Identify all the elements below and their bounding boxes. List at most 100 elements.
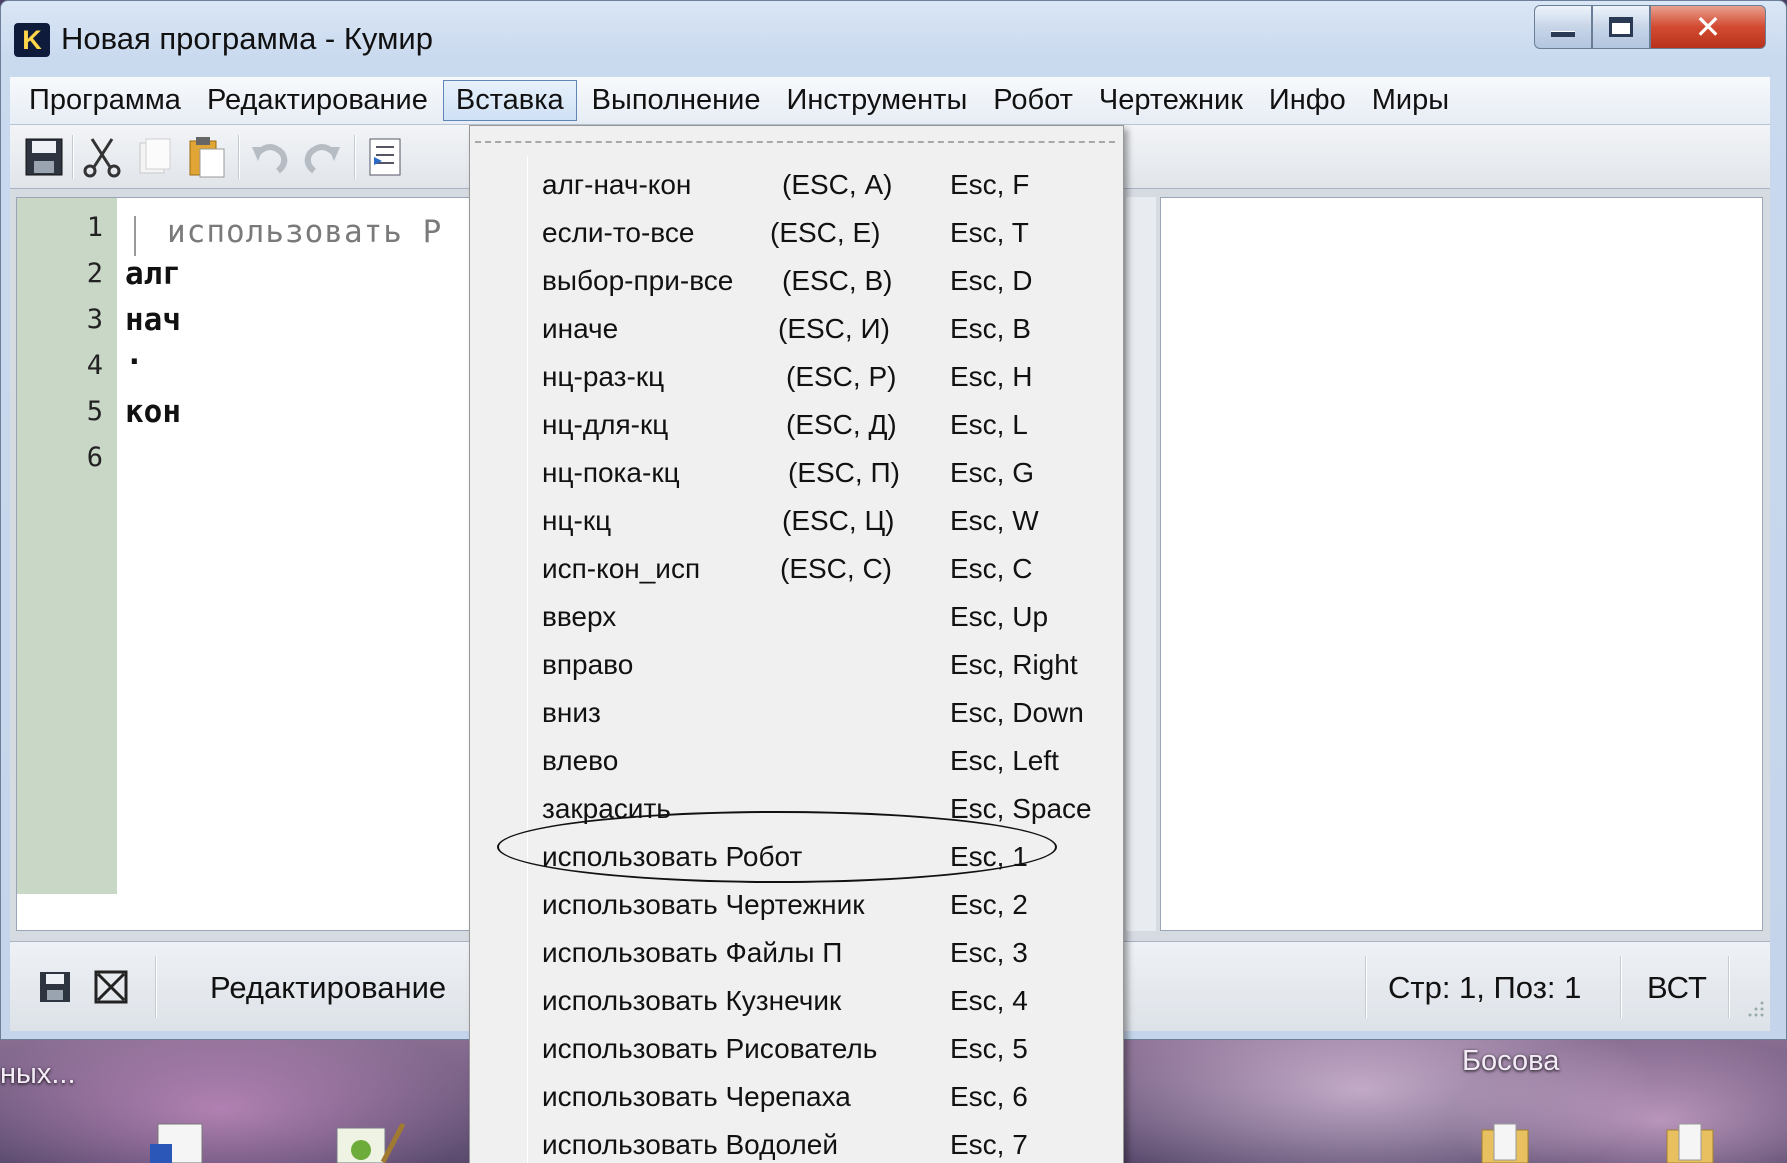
document-icon[interactable] bbox=[150, 1122, 210, 1163]
notepad-icon[interactable] bbox=[335, 1122, 405, 1163]
menu-item-label: если-то-все bbox=[542, 217, 695, 248]
menu-program[interactable]: Программа bbox=[16, 80, 194, 121]
menu-insert[interactable]: Вставка bbox=[442, 80, 577, 121]
menu-item-right[interactable]: вправо Esc, Right bbox=[470, 642, 1123, 690]
menu-item-shortcut: Esc, Space bbox=[950, 793, 1092, 824]
menu-item-alt-shortcut: (ESC, И) bbox=[778, 313, 890, 344]
resize-grip-icon[interactable] bbox=[1745, 998, 1765, 1018]
menu-item-shortcut: Esc, L bbox=[950, 409, 1028, 440]
menu-item-label: исп-кон_исп bbox=[542, 553, 701, 584]
save-icon[interactable] bbox=[38, 970, 72, 1004]
minimize-icon bbox=[1551, 31, 1575, 37]
window-controls: ✕ bbox=[1534, 5, 1766, 49]
menu-item-shortcut: Esc, 5 bbox=[950, 1033, 1028, 1064]
menu-item-label: иначе bbox=[542, 313, 619, 344]
menu-item-left[interactable]: влево Esc, Left bbox=[470, 738, 1123, 786]
menu-item-label: выбор-при-все bbox=[542, 265, 734, 296]
undo-icon[interactable] bbox=[248, 135, 292, 179]
menu-item-nc-poka-kc[interactable]: нц-пока-кц (ESC, П) Esc, G bbox=[470, 450, 1123, 498]
folder-icon[interactable] bbox=[1665, 1122, 1715, 1163]
insert-icon[interactable] bbox=[362, 135, 406, 179]
menu-item-shortcut: Esc, 1 bbox=[950, 841, 1028, 872]
minimize-button[interactable] bbox=[1534, 5, 1592, 49]
title-bar[interactable]: K Новая программа - Кумир ✕ bbox=[1, 1, 1786, 75]
menu-robot[interactable]: Робот bbox=[980, 80, 1086, 121]
menu-item-paint[interactable]: закрасить Esc, Space bbox=[470, 786, 1123, 834]
menu-item-label: использовать Кузнечик bbox=[542, 985, 842, 1016]
menu-tools[interactable]: Инструменты bbox=[773, 80, 980, 121]
menu-item-isp-kon-isp[interactable]: исп-кон_исп (ESC, С) Esc, C bbox=[470, 546, 1123, 594]
menu-item-label: нц-пока-кц bbox=[542, 457, 680, 488]
menu-item-vybor-pri-vse[interactable]: выбор-при-все (ESC, В) Esc, D bbox=[470, 258, 1123, 306]
tear-off-handle[interactable] bbox=[475, 141, 1115, 143]
menu-item-nc-kc[interactable]: нц-кц (ESC, Ц) Esc, W bbox=[470, 498, 1123, 546]
insert-menu-dropdown: алг-нач-кон (ESC, А) Esc, F если-то-все … bbox=[469, 125, 1124, 1163]
line-number-gutter: 1 2 3 4 5 6 bbox=[17, 198, 117, 894]
menu-item-label: вправо bbox=[542, 649, 634, 680]
menu-item-label: использовать Чертежник bbox=[542, 889, 865, 920]
redo-icon[interactable] bbox=[300, 135, 344, 179]
menu-item-shortcut: Esc, 7 bbox=[950, 1129, 1028, 1160]
status-mode: Редактирование bbox=[210, 970, 447, 1005]
menu-item-label: вверх bbox=[542, 601, 617, 632]
menu-info[interactable]: Инфо bbox=[1256, 80, 1359, 121]
menu-item-use-files[interactable]: использовать Файлы П Esc, 3 bbox=[470, 930, 1123, 978]
code-line: использовать Р bbox=[167, 214, 443, 250]
menu-item-label: закрасить bbox=[542, 793, 671, 824]
folder-icon[interactable] bbox=[1480, 1122, 1530, 1163]
menu-item-shortcut: Esc, Up bbox=[950, 601, 1049, 632]
output-pane[interactable] bbox=[1160, 197, 1763, 931]
menu-item-use-draftsman[interactable]: использовать Чертежник Esc, 2 bbox=[470, 882, 1123, 930]
menu-item-esli-to-vse[interactable]: если-то-все (ESC, Е) Esc, T bbox=[470, 210, 1123, 258]
menu-item-alt-shortcut: (ESC, П) bbox=[788, 457, 900, 488]
menu-edit[interactable]: Редактирование bbox=[194, 80, 441, 121]
close-button[interactable]: ✕ bbox=[1650, 5, 1766, 49]
menu-item-shortcut: Esc, D bbox=[950, 265, 1033, 296]
menu-draftsman[interactable]: Чертежник bbox=[1086, 80, 1256, 121]
app-logo-icon: K bbox=[14, 23, 50, 57]
paste-icon[interactable] bbox=[186, 135, 230, 179]
menu-worlds[interactable]: Миры bbox=[1359, 80, 1462, 121]
menu-item-label: нц-кц bbox=[542, 505, 612, 536]
copy-icon[interactable] bbox=[132, 135, 176, 179]
maximize-icon bbox=[1609, 17, 1633, 37]
menu-item-use-robot[interactable]: использовать Робот Esc, 1 bbox=[470, 834, 1123, 882]
menu-item-nc-raz-kc[interactable]: нц-раз-кц (ESC, Р) Esc, H bbox=[470, 354, 1123, 402]
close-file-icon[interactable] bbox=[94, 970, 128, 1004]
desktop-icon-label: ных... bbox=[0, 1058, 76, 1090]
menu-item-nc-dlya-kc[interactable]: нц-для-кц (ESC, Д) Esc, L bbox=[470, 402, 1123, 450]
maximize-button[interactable] bbox=[1592, 5, 1650, 49]
menu-item-shortcut: Esc, T bbox=[950, 217, 1029, 248]
save-icon[interactable] bbox=[22, 135, 66, 179]
window-title: Новая программа - Кумир bbox=[61, 21, 433, 56]
menu-item-label: вниз bbox=[542, 697, 601, 728]
menu-item-label: использовать Файлы П bbox=[542, 937, 843, 968]
code-line: нач bbox=[125, 302, 181, 338]
menu-item-alt-shortcut: (ESC, В) bbox=[782, 265, 893, 296]
menu-item-up[interactable]: вверх Esc, Up bbox=[470, 594, 1123, 642]
menu-item-shortcut: Esc, 2 bbox=[950, 889, 1028, 920]
menu-item-alt-shortcut: (ESC, Р) bbox=[786, 361, 897, 392]
menu-item-label: алг-нач-кон bbox=[542, 169, 692, 200]
menu-item-alt-shortcut: (ESC, Д) bbox=[786, 409, 897, 440]
cut-icon[interactable] bbox=[80, 135, 124, 179]
menu-item-use-turtle[interactable]: использовать Черепаха Esc, 6 bbox=[470, 1074, 1123, 1122]
menu-item-use-aquarius[interactable]: использовать Водолей Esc, 7 bbox=[470, 1122, 1123, 1163]
menu-item-shortcut: Esc, F bbox=[950, 169, 1030, 200]
menu-item-alg-nach-kon[interactable]: алг-нач-кон (ESC, А) Esc, F bbox=[470, 162, 1123, 210]
pane-splitter[interactable] bbox=[1126, 197, 1156, 931]
menu-item-shortcut: Esc, W bbox=[950, 505, 1039, 536]
menu-item-label: нц-раз-кц bbox=[542, 361, 665, 392]
menu-item-label: влево bbox=[542, 745, 619, 776]
menu-item-label: использовать Черепаха bbox=[542, 1081, 851, 1112]
menu-item-alt-shortcut: (ESC, С) bbox=[780, 553, 892, 584]
line-number: 6 bbox=[86, 442, 103, 473]
menu-item-use-grasshopper[interactable]: использовать Кузнечик Esc, 4 bbox=[470, 978, 1123, 1026]
menu-item-use-painter[interactable]: использовать Рисователь Esc, 5 bbox=[470, 1026, 1123, 1074]
menu-item-down[interactable]: вниз Esc, Down bbox=[470, 690, 1123, 738]
menu-item-inache[interactable]: иначе (ESC, И) Esc, B bbox=[470, 306, 1123, 354]
menu-run[interactable]: Выполнение bbox=[579, 80, 774, 121]
status-cursor-position: Стр: 1, Поз: 1 bbox=[1388, 970, 1582, 1005]
code-line: алг bbox=[125, 256, 181, 292]
line-number: 1 bbox=[86, 212, 103, 243]
